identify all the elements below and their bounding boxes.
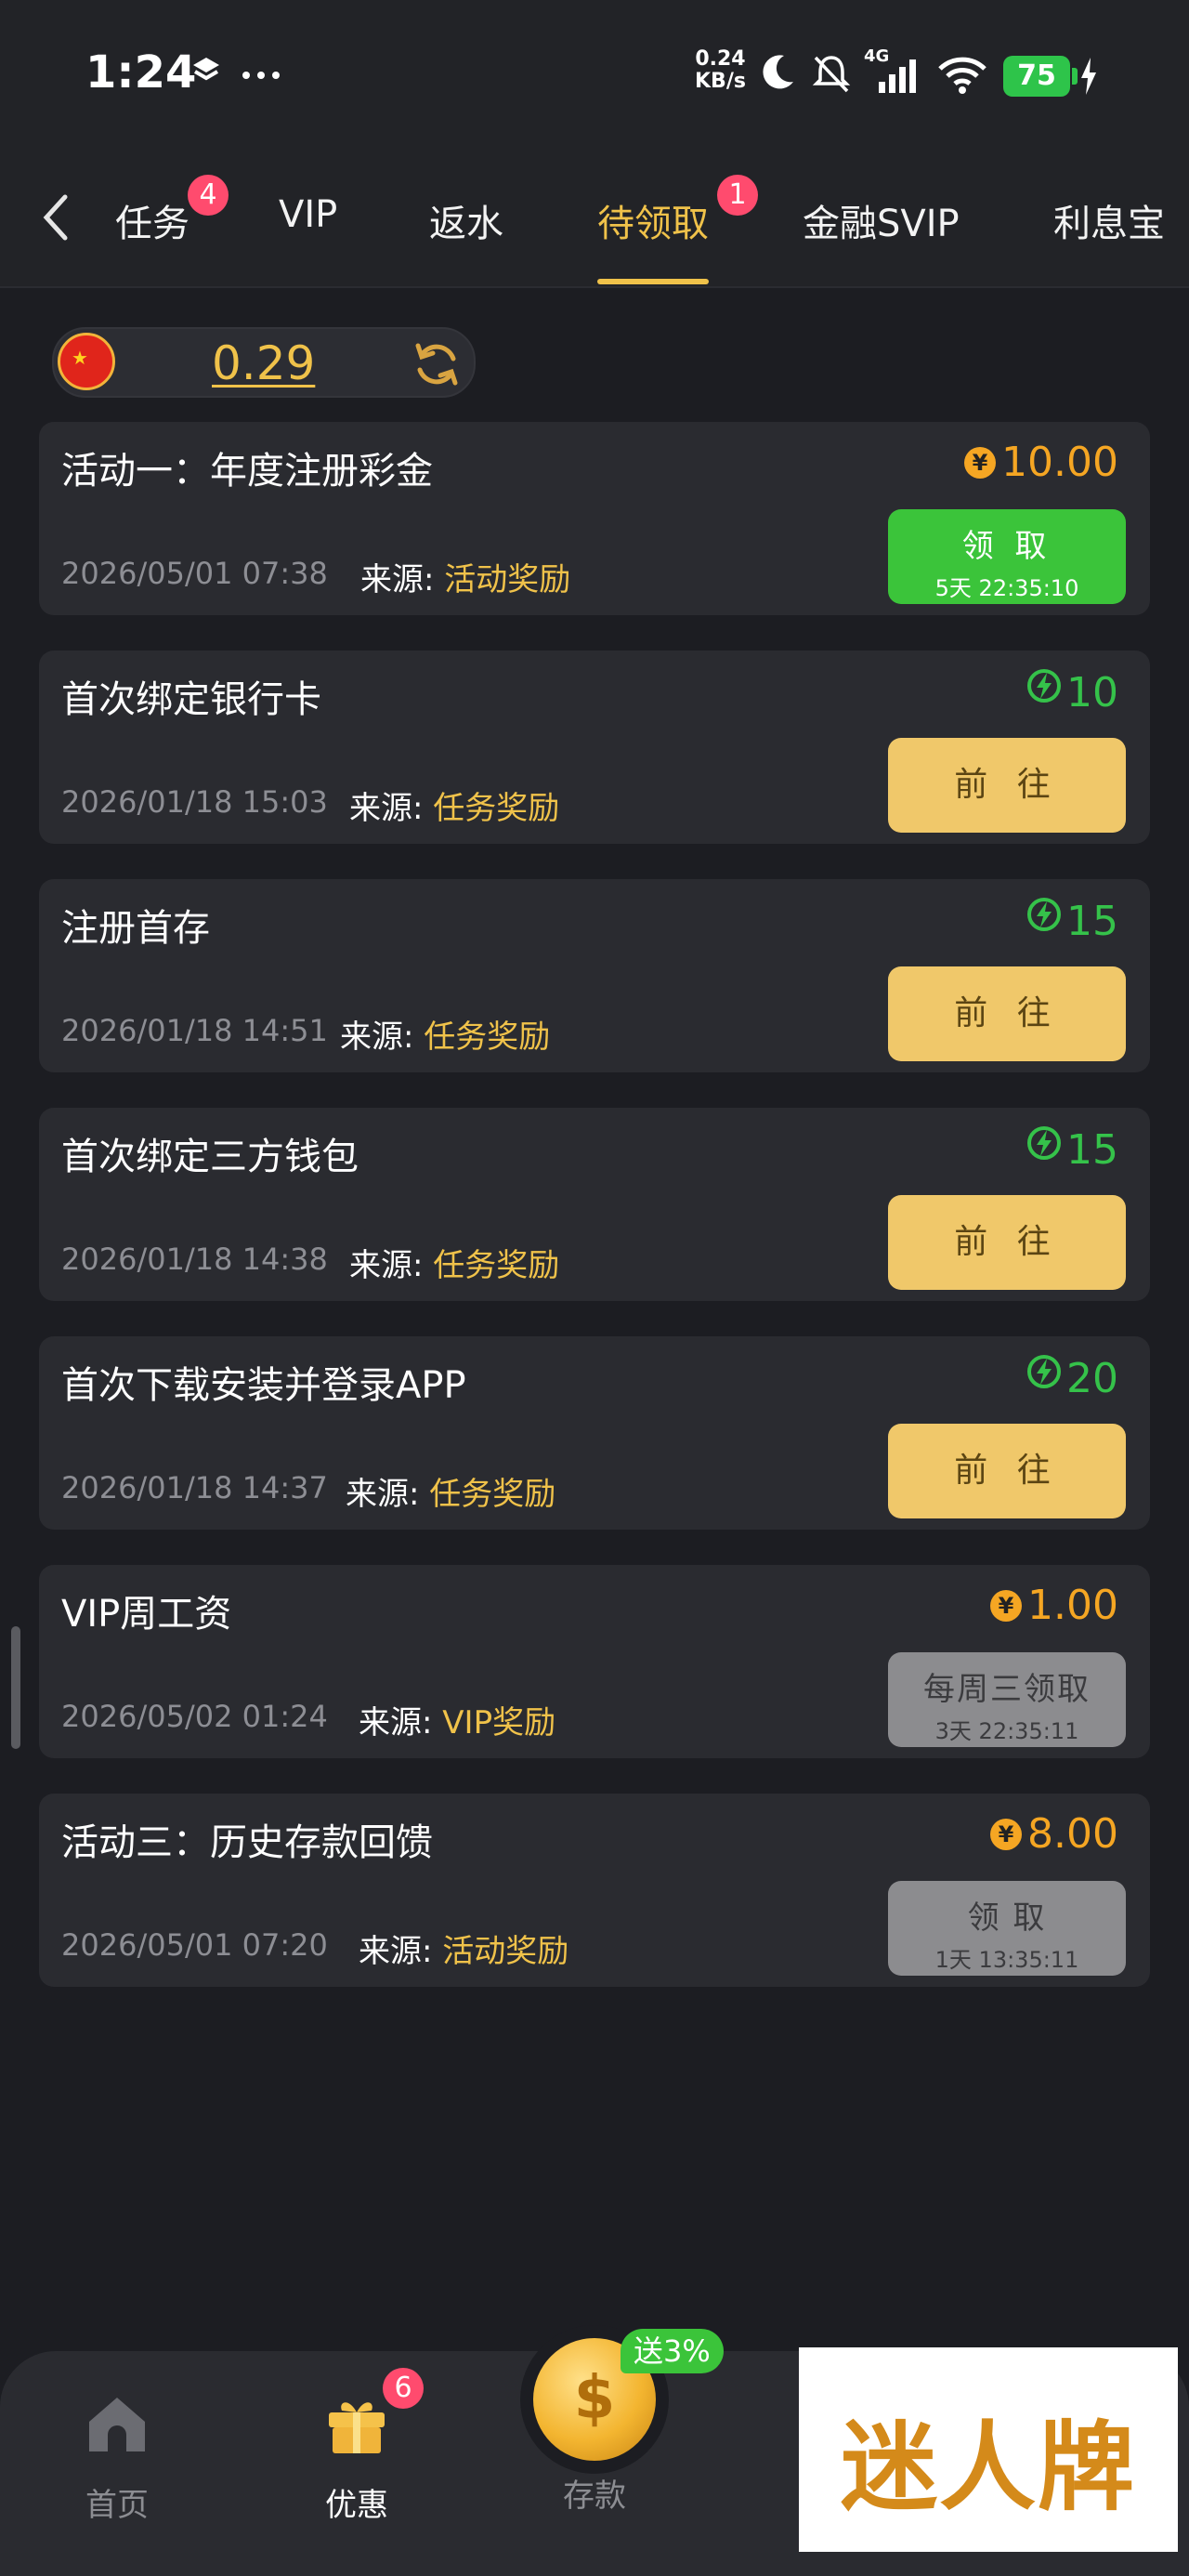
nav-home[interactable]: 首页 [61, 2388, 173, 2525]
reward-card: 首次绑定银行卡 10 2026/01/18 15:03 来源: 任务奖励 前 往 [39, 651, 1150, 844]
bolt-icon [1027, 669, 1061, 703]
go-button[interactable]: 前 往 [888, 738, 1126, 833]
mute-bell-icon [812, 56, 851, 93]
active-tab-indicator [597, 279, 709, 284]
reward-amount: 15 [1026, 1124, 1118, 1174]
yuan-coin-icon: ¥ [964, 447, 997, 479]
reward-date: 2026/01/18 14:51 [61, 1013, 328, 1048]
claim-button[interactable]: 领 取 5天 22:35:10 [888, 509, 1126, 604]
bolt-icon [1027, 898, 1061, 931]
reward-source: 来源: 任务奖励 [346, 1476, 556, 1513]
reward-amount: ¥1.00 [990, 1582, 1118, 1629]
reward-amount: 15 [1026, 896, 1118, 945]
net-speed: 0.24 KB/s [695, 47, 746, 93]
moon-icon [763, 55, 793, 89]
reward-date: 2026/05/01 07:38 [61, 556, 328, 591]
reward-title: VIP周工资 [61, 1593, 232, 1636]
reward-source: 来源: 任务奖励 [340, 1019, 551, 1056]
reward-source: 来源: 活动奖励 [359, 1933, 569, 1970]
tab-bar: 任务 4 VIP 返水 待领取 1 金融SVIP 利息宝 [0, 149, 1189, 288]
go-button[interactable]: 前 往 [888, 1195, 1126, 1290]
layers-icon [193, 58, 219, 81]
balance-bar: ★ 0.29 [52, 327, 476, 398]
go-button[interactable]: 前 往 [888, 1424, 1126, 1518]
tab-tasks[interactable]: 任务 [115, 193, 189, 247]
reward-amount: ¥8.00 [990, 1810, 1118, 1858]
tab-pending-claim-badge: 1 [717, 175, 758, 216]
reward-card: VIP周工资 ¥1.00 2026/05/02 01:24 来源: VIP奖励 … [39, 1565, 1150, 1758]
refresh-icon[interactable] [411, 338, 463, 390]
reward-title: 活动三：历史存款回馈 [61, 1821, 433, 1864]
cellular-signal-icon [879, 59, 916, 93]
reward-title: 首次绑定银行卡 [61, 678, 321, 721]
reward-title: 首次绑定三方钱包 [61, 1136, 359, 1178]
brand-logo-text: 迷人牌 [840, 2410, 1136, 2524]
reward-card: 活动三：历史存款回馈 ¥8.00 2026/05/01 07:20 来源: 活动… [39, 1794, 1150, 1987]
reward-title: 首次下载安装并登录APP [61, 1364, 466, 1407]
reward-amount: 20 [1026, 1353, 1118, 1402]
tab-vip[interactable]: VIP [279, 193, 337, 236]
go-button[interactable]: 前 往 [888, 966, 1126, 1061]
reward-title: 活动一：年度注册彩金 [61, 450, 433, 493]
balance-value[interactable]: 0.29 [212, 336, 315, 390]
bolt-icon [1027, 1355, 1061, 1388]
reward-card: 活动一：年度注册彩金 ¥10.00 2026/05/01 07:38 来源: 活… [39, 422, 1150, 615]
reward-date: 2026/05/01 07:20 [61, 1927, 328, 1963]
nav-deposit-label: 存款 [563, 2477, 626, 2515]
reward-date: 2026/01/18 14:38 [61, 1242, 328, 1277]
charging-icon [1081, 58, 1096, 95]
reward-date: 2026/01/18 15:03 [61, 784, 328, 820]
claim-button-disabled[interactable]: 领 取 1天 13:35:11 [888, 1881, 1126, 1976]
china-flag-icon: ★ [58, 333, 115, 390]
reward-source: 来源: 任务奖励 [349, 1247, 560, 1284]
nav-promo-label: 优惠 [325, 2487, 388, 2524]
reward-source: 来源: 任务奖励 [349, 790, 560, 827]
reward-date: 2026/05/02 01:24 [61, 1699, 328, 1734]
reward-source: 来源: 活动奖励 [360, 561, 571, 598]
battery-level: 75 [1003, 56, 1078, 97]
reward-title: 注册首存 [61, 907, 210, 950]
nav-deposit[interactable]: 存款 [539, 2470, 650, 2516]
home-icon [89, 2398, 145, 2451]
weekly-claim-button[interactable]: 每周三领取 3天 22:35:11 [888, 1652, 1126, 1747]
tab-tasks-badge: 4 [188, 175, 229, 216]
tab-interest[interactable]: 利息宝 [1053, 193, 1165, 247]
promo-badge: 6 [383, 2368, 424, 2409]
reward-amount: 10 [1026, 667, 1118, 716]
bolt-icon [1027, 1126, 1061, 1160]
reward-amount: ¥10.00 [964, 439, 1118, 486]
nav-promo[interactable]: 优惠 [301, 2388, 412, 2525]
deposit-bonus-tag: 送3% [621, 2329, 724, 2373]
reward-card: 首次下载安装并登录APP 20 2026/01/18 14:37 来源: 任务奖… [39, 1336, 1150, 1530]
more-icon [242, 72, 280, 79]
nav-home-label: 首页 [85, 2487, 149, 2524]
reward-card: 注册首存 15 2026/01/18 14:51 来源: 任务奖励 前 往 [39, 879, 1150, 1072]
yuan-coin-icon: ¥ [990, 1819, 1023, 1850]
tab-rebate[interactable]: 返水 [429, 193, 503, 247]
yuan-coin-icon: ¥ [990, 1590, 1023, 1622]
tab-finance-svip[interactable]: 金融SVIP [803, 193, 960, 247]
back-arrow-icon[interactable] [37, 191, 74, 243]
brand-logo: 迷人牌 [799, 2347, 1178, 2552]
reward-card: 首次绑定三方钱包 15 2026/01/18 14:38 来源: 任务奖励 前 … [39, 1108, 1150, 1301]
reward-source: 来源: VIP奖励 [359, 1704, 556, 1741]
status-bar: 1:24 0.24 KB/s 4G 75 [0, 0, 1189, 149]
status-time: 1:24 [85, 46, 197, 99]
wifi-icon [938, 57, 986, 94]
scrollbar[interactable] [11, 1626, 20, 1749]
reward-date: 2026/01/18 14:37 [61, 1470, 328, 1505]
gift-icon [329, 2402, 385, 2453]
tab-pending-claim[interactable]: 待领取 [597, 193, 709, 247]
